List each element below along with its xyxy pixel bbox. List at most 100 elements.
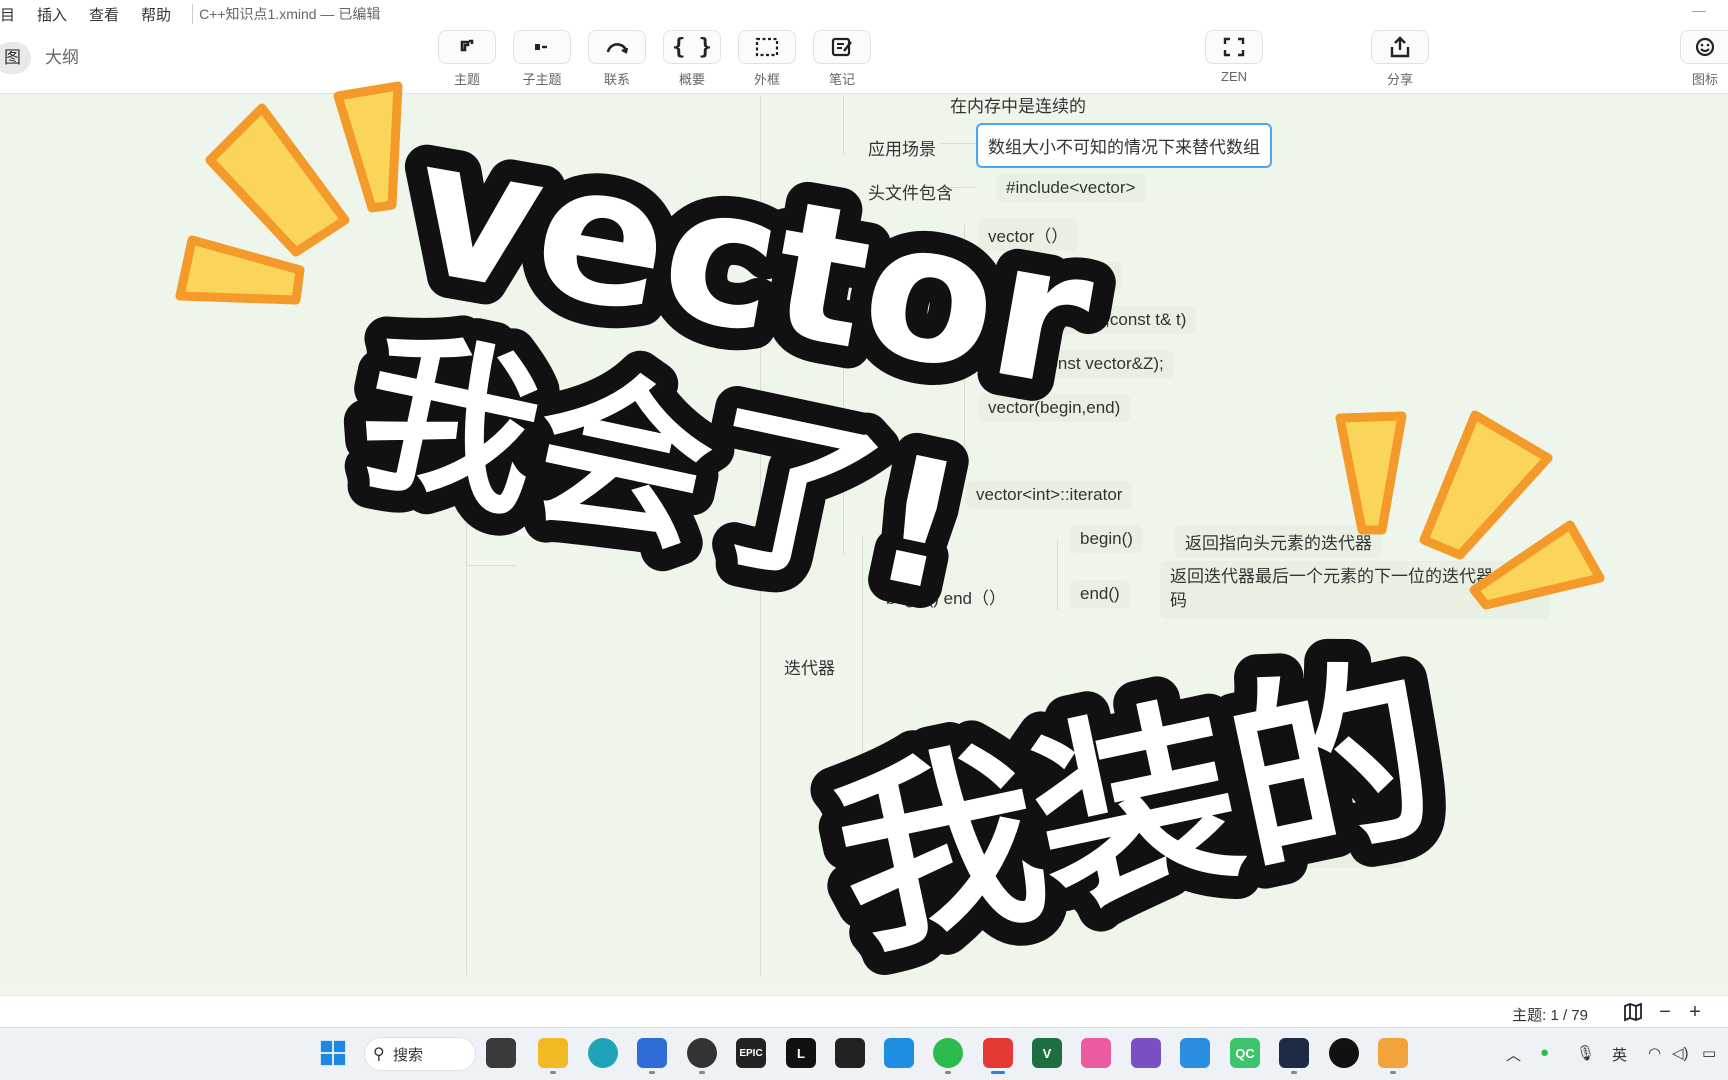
xmind-icon[interactable] [983,1038,1013,1074]
connector-line [466,565,516,566]
topic-label: 主题 [453,72,480,87]
topic-button[interactable]: 主题 [437,30,497,88]
ime-indicator[interactable]: 英 [1612,1044,1627,1065]
node-end-desc[interactable]: 返回迭代器最后一个元素的下一位的迭代器（代码 [1160,561,1550,619]
outline-map-icon[interactable] [1622,1001,1644,1023]
node-begin[interactable]: begin() [1070,525,1143,553]
task-view-icon[interactable] [486,1038,516,1068]
file-explorer-icon[interactable] [538,1038,568,1074]
node-iterator-caution[interactable]: 操作迭代器过程中，不能对容器对象的容量（增加、删除），否则迭代器会失效 [1016,812,1404,868]
connector-line [1057,540,1058,610]
node-ctor-default[interactable]: vector（） [978,218,1079,251]
store-icon[interactable] [637,1038,667,1074]
edge-browser-icon[interactable] [588,1038,618,1068]
node-begin-desc[interactable]: 返回指向头元素的迭代器 [1175,525,1382,558]
relationship-icon [606,43,629,54]
volume-icon[interactable]: ◁) [1672,1044,1689,1062]
search-label: 搜索 [393,1046,424,1064]
subtopic-label: 子主题 [522,72,562,87]
node-type-detail[interactable]: vector<int>::iterator [966,481,1133,509]
wechat-icon[interactable] [933,1038,963,1074]
connector-line [862,535,863,895]
search-icon: ⚲ [373,1046,385,1063]
boundary-button[interactable]: 外框 [737,30,797,88]
app-icon-orange[interactable] [1378,1038,1408,1074]
node-ctor-size[interactable]: vector(int nSize) [978,262,1121,290]
node-end[interactable]: end() [1070,580,1130,608]
visual-studio-icon[interactable] [1131,1038,1161,1068]
note-icon [831,37,852,57]
zoom-out-button[interactable]: − [1654,1001,1676,1023]
vscode-icon[interactable] [1180,1038,1210,1068]
tab-outline[interactable]: 大纲 [31,42,93,74]
node-use-case-detail[interactable]: 数组大小不可知的情况下来替代数组 [976,123,1272,168]
node-ctor-copy[interactable]: vector(const vector&Z); [978,350,1174,378]
app-icon-dark-circle[interactable] [687,1038,717,1074]
tray-wechat-icon[interactable]: ● [1540,1044,1549,1061]
node-ctor-range[interactable]: vector(begin,end) [978,394,1131,422]
tab-map[interactable]: 图 [0,42,31,74]
qt-creator-icon[interactable]: QC [1230,1038,1260,1068]
app-icon-pink[interactable] [1081,1038,1111,1068]
microphone-icon[interactable]: 🎙 [1576,1044,1595,1062]
note-button[interactable]: 笔记 [812,30,872,88]
relationship-label: 联系 [603,72,630,87]
subtopic-icon [535,44,547,50]
zoom-in-button[interactable]: + [1684,1001,1706,1023]
connector-line [466,515,467,975]
toolbar: 图 大纲 主题 子主题 联系 { } 概要 外框 笔记 ZEN 分享 图标 [0,28,1728,94]
node-partial-ji[interactable]: 基 [773,439,810,472]
document-title: C++知识点1.xmind — 已编辑 [192,4,380,24]
wifi-icon[interactable]: ◠ [1648,1044,1661,1062]
menu-item-partial[interactable]: 目 [0,4,26,25]
app-icon-hex[interactable] [1279,1038,1309,1074]
app-icon-green[interactable]: V [1032,1038,1062,1068]
connector-line [843,95,844,155]
share-label: 分享 [1386,72,1413,87]
node-iterator[interactable]: 迭代器 [774,650,845,683]
boundary-icon [755,37,779,57]
boundary-label: 外框 [753,72,780,87]
taskbar-search[interactable]: ⚲ 搜索 [364,1037,476,1071]
connector-line [964,225,965,455]
node-partial-he[interactable]: 合 [773,241,810,274]
qq-icon[interactable] [1329,1038,1359,1068]
node-partial-xx[interactable]: xx [922,825,959,853]
app-icon-arrow[interactable] [835,1038,865,1068]
share-icon [1390,36,1410,58]
node-push-back[interactable]: push_back() [930,873,1044,901]
note-label: 笔记 [828,72,855,87]
share-button[interactable]: 分享 [1370,30,1430,88]
node-begin-end[interactable]: begin() end（） [876,580,1016,613]
zen-button[interactable]: ZEN [1204,30,1264,84]
node-use-case[interactable]: 应用场景 [858,131,946,164]
node-type[interactable]: 类型 [876,482,930,515]
app-icon-blue[interactable] [884,1038,914,1068]
node-central-container[interactable]: 容器 [514,499,574,536]
zen-label: ZEN [1221,69,1247,84]
node-header[interactable]: 头文件包含 [858,175,963,208]
node-header-detail[interactable]: #include<vector> [996,174,1146,202]
summary-button[interactable]: { } 概要 [662,30,722,88]
subtopic-button[interactable]: 子主题 [512,30,572,88]
epic-games-icon[interactable]: EPIC [736,1038,766,1068]
minimize-button[interactable]: — [1692,2,1706,18]
menu-item-view[interactable]: 查看 [78,4,130,25]
status-bar: 主题: 1 / 79 − + [0,995,1728,1027]
summary-label: 概要 [678,72,705,87]
icons-label: 图标 [1692,72,1719,87]
relationship-button[interactable]: 联系 [587,30,647,88]
mindmap-canvas[interactable]: 在内存中是连续的 应用场景 数组大小不可知的情况下来替代数组 头文件包含 #in… [0,95,1728,983]
topic-counter: 主题: 1 / 79 [1512,1007,1588,1024]
menu-item-help[interactable]: 帮助 [130,4,182,25]
node-ctor-size-value[interactable]: vector(int nSize,const t& t) [978,306,1197,334]
fullscreen-icon [1223,37,1245,57]
node-contiguous[interactable]: 在内存中是连续的 [940,95,1096,121]
battery-icon[interactable]: ▭ [1702,1044,1716,1062]
menu-item-insert[interactable]: 插入 [26,4,78,25]
app-icon-l[interactable]: L [786,1038,816,1068]
menu-bar: 目 插入 查看 帮助 C++知识点1.xmind — 已编辑 — [0,0,1728,28]
windows-start-icon[interactable] [318,1038,348,1068]
tray-chevron-icon[interactable]: ︿ [1506,1044,1521,1065]
icons-panel-button[interactable]: 图标 [1680,30,1728,88]
